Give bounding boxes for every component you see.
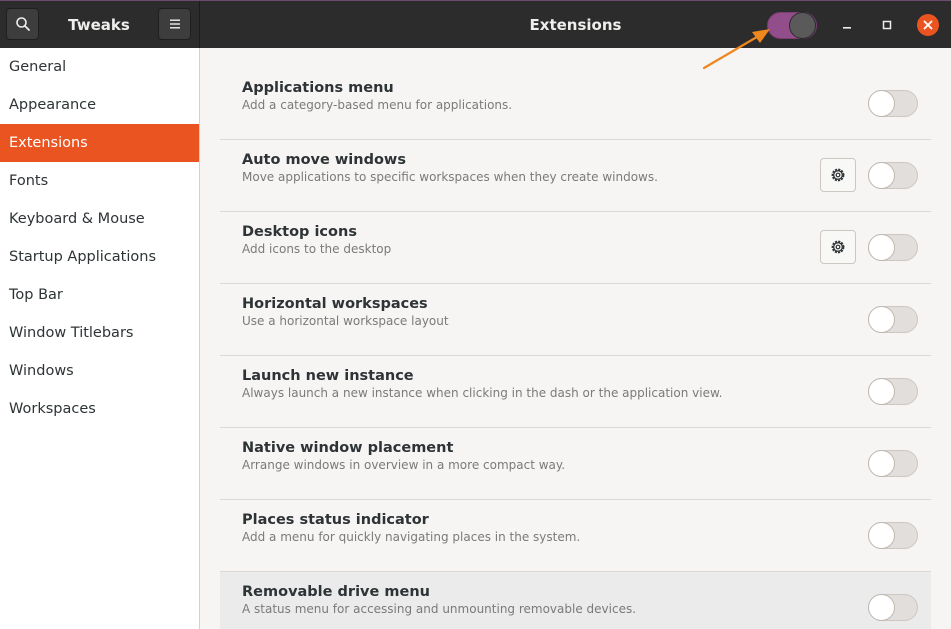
- extension-toggle[interactable]: [868, 162, 918, 189]
- sidebar-item-extensions[interactable]: Extensions: [0, 124, 199, 162]
- extension-description: Arrange windows in overview in a more co…: [242, 458, 566, 472]
- gear-icon: [831, 240, 845, 254]
- extension-toggle[interactable]: [868, 378, 918, 405]
- extension-toggle[interactable]: [868, 594, 918, 621]
- close-icon: [923, 20, 933, 30]
- header-left-section: Tweaks: [0, 1, 200, 48]
- extensions-list: Applications menu Add a category-based m…: [200, 48, 951, 629]
- extension-row: Places status indicator Add a menu for q…: [220, 500, 931, 572]
- toggle-knob: [868, 90, 895, 117]
- extension-name: Native window placement: [242, 440, 454, 456]
- sidebar-item-general[interactable]: General: [0, 48, 199, 86]
- minimize-button[interactable]: [837, 15, 857, 35]
- extension-toggle[interactable]: [868, 522, 918, 549]
- extension-row: Launch new instance Always launch a new …: [220, 356, 931, 428]
- toggle-knob: [868, 594, 895, 621]
- sidebar-item-windows[interactable]: Windows: [0, 352, 199, 390]
- extension-name: Launch new instance: [242, 368, 414, 384]
- extension-toggle[interactable]: [868, 234, 918, 261]
- hamburger-menu-icon: [169, 19, 180, 29]
- extension-settings-button[interactable]: [820, 158, 856, 192]
- gear-icon: [831, 168, 845, 182]
- extension-description: Add a category-based menu for applicatio…: [242, 98, 513, 112]
- extension-toggle[interactable]: [868, 450, 918, 477]
- toggle-knob: [868, 378, 895, 405]
- extension-name: Desktop icons: [242, 224, 357, 240]
- extension-row: Native window placement Arrange windows …: [220, 428, 931, 500]
- minimize-icon: [843, 27, 851, 29]
- sidebar-item-workspaces[interactable]: Workspaces: [0, 390, 199, 428]
- toggle-knob: [868, 306, 895, 333]
- toggle-knob: [868, 450, 895, 477]
- extension-row: Horizontal workspaces Use a horizontal w…: [220, 284, 931, 356]
- sidebar-item-fonts[interactable]: Fonts: [0, 162, 199, 200]
- extension-row: Desktop icons Add icons to the desktop: [220, 212, 931, 284]
- switch-knob: [789, 12, 816, 39]
- extension-description: Move applications to specific workspaces…: [242, 170, 658, 184]
- extension-name: Places status indicator: [242, 512, 429, 528]
- header-bar: Tweaks Extensions: [0, 0, 951, 48]
- extension-toggle[interactable]: [868, 306, 918, 333]
- extension-name: Horizontal workspaces: [242, 296, 428, 312]
- search-icon: [15, 17, 30, 31]
- extension-description: Use a horizontal workspace layout: [242, 314, 449, 328]
- extension-settings-button[interactable]: [820, 230, 856, 264]
- extension-description: Add a menu for quickly navigating places…: [242, 530, 581, 544]
- extension-description: Always launch a new instance when clicki…: [242, 386, 723, 400]
- annotation-arrow: [702, 29, 770, 70]
- toggle-knob: [868, 234, 895, 261]
- extension-toggle[interactable]: [868, 90, 918, 117]
- maximize-button[interactable]: [877, 15, 897, 35]
- toggle-knob: [868, 522, 895, 549]
- extension-row: Removable drive menu A status menu for a…: [220, 572, 931, 629]
- sidebar-item-top-bar[interactable]: Top Bar: [0, 276, 199, 314]
- app-title: Tweaks: [68, 16, 130, 34]
- sidebar-item-appearance[interactable]: Appearance: [0, 86, 199, 124]
- extensions-master-switch[interactable]: [767, 12, 817, 39]
- extension-name: Auto move windows: [242, 152, 406, 168]
- main-menu-button[interactable]: [158, 8, 191, 40]
- close-button[interactable]: [917, 14, 939, 36]
- sidebar-item-startup-applications[interactable]: Startup Applications: [0, 238, 199, 276]
- sidebar: General Appearance Extensions Fonts Keyb…: [0, 48, 200, 629]
- extension-description: Add icons to the desktop: [242, 242, 392, 256]
- extension-row: Applications menu Add a category-based m…: [220, 68, 931, 140]
- sidebar-item-keyboard-mouse[interactable]: Keyboard & Mouse: [0, 200, 199, 238]
- toggle-knob: [868, 162, 895, 189]
- sidebar-item-window-titlebars[interactable]: Window Titlebars: [0, 314, 199, 352]
- extension-name: Applications menu: [242, 80, 394, 96]
- extension-name: Removable drive menu: [242, 584, 430, 600]
- maximize-icon: [882, 20, 892, 30]
- extension-description: A status menu for accessing and unmounti…: [242, 602, 637, 616]
- extension-row: Auto move windows Move applications to s…: [220, 140, 931, 212]
- search-button[interactable]: [6, 8, 39, 40]
